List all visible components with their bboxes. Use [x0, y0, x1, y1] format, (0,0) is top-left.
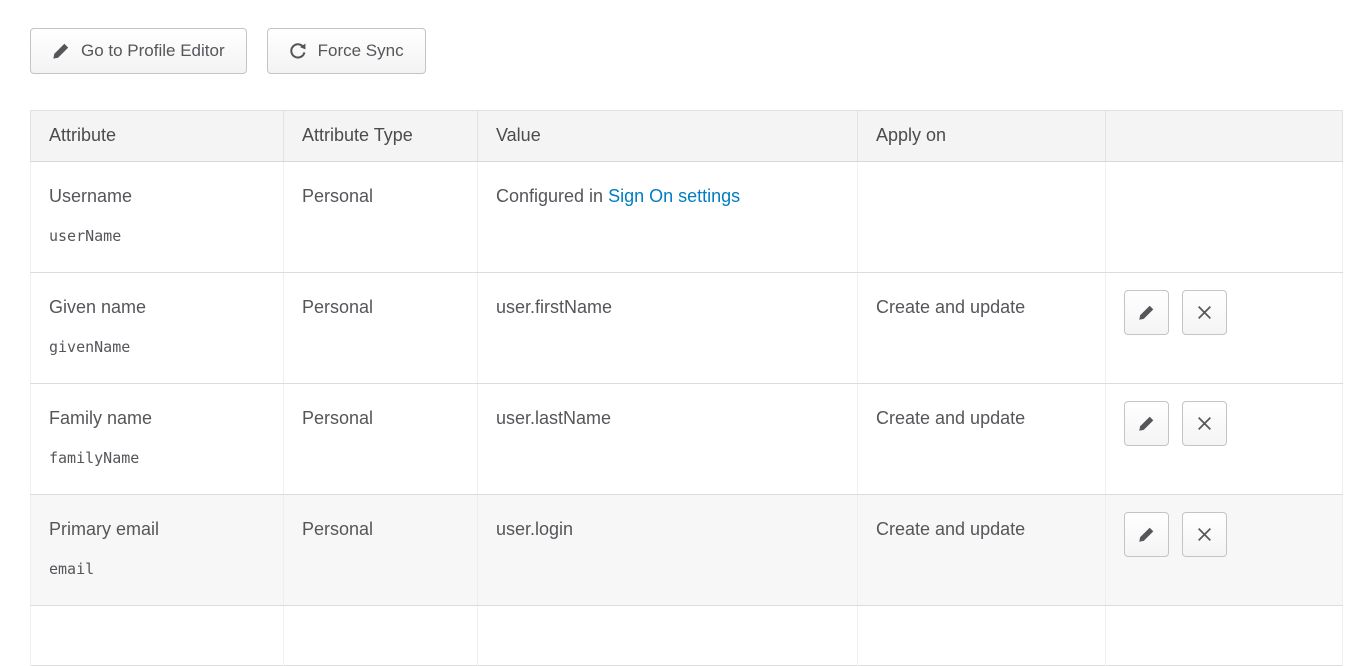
- table-row-partial: [31, 606, 1343, 666]
- apply-on: [858, 162, 1106, 273]
- apply-on: Create and update: [858, 273, 1106, 384]
- table-header: Attribute Attribute Type Value Apply on: [31, 111, 1343, 162]
- force-sync-label: Force Sync: [318, 41, 404, 61]
- attribute-code: givenName: [49, 338, 265, 356]
- header-attribute-type: Attribute Type: [284, 111, 478, 162]
- value-text: user.firstName: [478, 273, 858, 384]
- attribute-label: Family name: [49, 408, 265, 429]
- force-sync-button[interactable]: Force Sync: [267, 28, 426, 74]
- row-actions: [1124, 290, 1324, 335]
- row-actions: [1124, 401, 1324, 446]
- table-row-given-name: Given name givenName Personal user.first…: [31, 273, 1343, 384]
- edit-mapping-button[interactable]: [1124, 512, 1169, 557]
- sign-on-settings-link[interactable]: Sign On settings: [608, 186, 740, 206]
- refresh-icon: [289, 42, 307, 60]
- value-text: Configured in: [496, 186, 608, 206]
- attribute-mappings-page: Go to Profile Editor Force Sync Attribut…: [0, 0, 1370, 666]
- delete-mapping-button[interactable]: [1182, 290, 1227, 335]
- value-text: user.login: [478, 495, 858, 606]
- table-row-primary-email: Primary email email Personal user.login …: [31, 495, 1343, 606]
- pencil-icon: [1138, 415, 1155, 432]
- attribute-type: Personal: [284, 273, 478, 384]
- close-icon: [1196, 526, 1213, 543]
- apply-on: Create and update: [858, 384, 1106, 495]
- attribute-mappings-table: Attribute Attribute Type Value Apply on …: [30, 110, 1343, 666]
- attribute-type: Personal: [284, 495, 478, 606]
- go-to-profile-editor-button[interactable]: Go to Profile Editor: [30, 28, 247, 74]
- toolbar: Go to Profile Editor Force Sync: [30, 28, 1342, 74]
- header-actions: [1106, 111, 1343, 162]
- table-row-family-name: Family name familyName Personal user.las…: [31, 384, 1343, 495]
- attribute-label: Username: [49, 186, 265, 207]
- value-text: user.lastName: [478, 384, 858, 495]
- header-apply-on: Apply on: [858, 111, 1106, 162]
- pencil-icon: [1138, 304, 1155, 321]
- close-icon: [1196, 415, 1213, 432]
- go-to-profile-editor-label: Go to Profile Editor: [81, 41, 225, 61]
- header-attribute: Attribute: [31, 111, 284, 162]
- attribute-label: Primary email: [49, 519, 265, 540]
- pencil-icon: [1138, 526, 1155, 543]
- close-icon: [1196, 304, 1213, 321]
- edit-mapping-button[interactable]: [1124, 401, 1169, 446]
- table-row-username: Username userName Personal Configured in…: [31, 162, 1343, 273]
- attribute-type: Personal: [284, 162, 478, 273]
- header-value: Value: [478, 111, 858, 162]
- row-actions: [1124, 512, 1324, 557]
- attribute-code: email: [49, 560, 265, 578]
- delete-mapping-button[interactable]: [1182, 401, 1227, 446]
- attribute-type: Personal: [284, 384, 478, 495]
- apply-on: Create and update: [858, 495, 1106, 606]
- attribute-label: Given name: [49, 297, 265, 318]
- delete-mapping-button[interactable]: [1182, 512, 1227, 557]
- attribute-code: familyName: [49, 449, 265, 467]
- attribute-code: userName: [49, 227, 265, 245]
- pencil-icon: [52, 42, 70, 60]
- edit-mapping-button[interactable]: [1124, 290, 1169, 335]
